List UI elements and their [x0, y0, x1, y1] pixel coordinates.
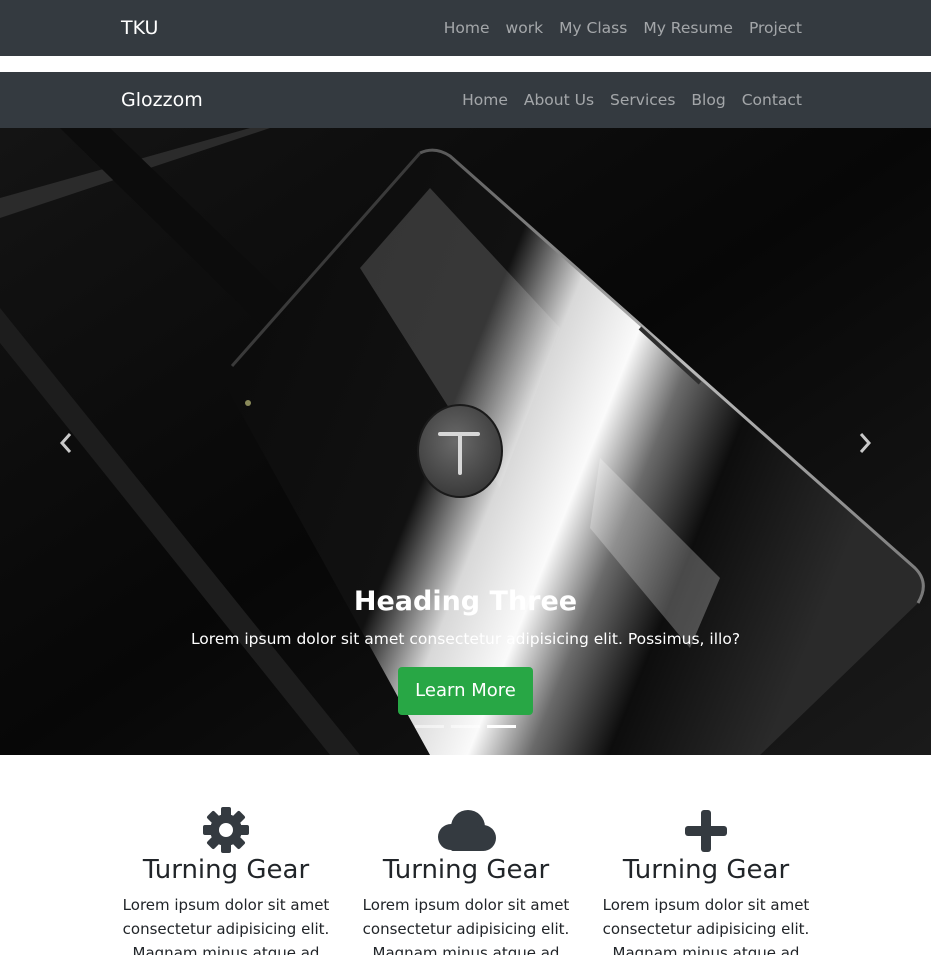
- feature-text: Lorem ipsum dolor sit amet consectetur a…: [122, 896, 330, 955]
- plus-icon: [685, 810, 727, 852]
- main-navbar: Glozzom Home About Us Services Blog Cont…: [0, 72, 931, 128]
- carousel-next-control[interactable]: [835, 408, 895, 478]
- feature-card: Turning Gear Lorem ipsum dolor sit amet …: [111, 803, 341, 955]
- hero-carousel: Heading Three Lorem ipsum dolor sit amet…: [0, 128, 931, 755]
- main-navbar-brand[interactable]: Glozzom: [121, 72, 203, 128]
- chevron-left-icon: [59, 433, 72, 453]
- carousel-indicators: [415, 725, 523, 728]
- carousel-indicator-3[interactable]: [487, 725, 516, 728]
- feature-title: Turning Gear: [142, 855, 310, 885]
- top-navbar: TKU Home work My Class My Resume Project: [0, 0, 931, 56]
- carousel-indicator-2[interactable]: [451, 725, 480, 728]
- carousel-indicator-1[interactable]: [415, 725, 444, 728]
- slide-image: [0, 128, 931, 755]
- top-nav-link-project[interactable]: Project: [749, 19, 802, 37]
- feature-text: Lorem ipsum dolor sit amet consectetur a…: [362, 896, 570, 955]
- top-navbar-brand[interactable]: TKU: [121, 0, 158, 56]
- top-nav-link-my-class[interactable]: My Class: [559, 19, 627, 37]
- feature-card: Turning Gear Lorem ipsum dolor sit amet …: [591, 803, 821, 955]
- main-navbar-links: Home About Us Services Blog Contact: [462, 72, 802, 128]
- top-nav-link-home[interactable]: Home: [444, 19, 490, 37]
- features-section: Turning Gear Lorem ipsum dolor sit amet …: [0, 755, 931, 955]
- top-nav-link-work[interactable]: work: [506, 19, 544, 37]
- chevron-right-icon: [859, 433, 872, 453]
- top-nav-link-my-resume[interactable]: My Resume: [643, 19, 733, 37]
- main-nav-link-blog[interactable]: Blog: [691, 91, 725, 109]
- gear-icon: [203, 807, 249, 853]
- main-nav-link-about-us[interactable]: About Us: [524, 91, 594, 109]
- main-nav-link-contact[interactable]: Contact: [742, 91, 802, 109]
- cloud-icon: [438, 810, 496, 851]
- main-nav-link-home[interactable]: Home: [462, 91, 508, 109]
- feature-title: Turning Gear: [382, 855, 550, 885]
- carousel-prev-control[interactable]: [36, 408, 96, 478]
- main-nav-link-services[interactable]: Services: [610, 91, 675, 109]
- slide-description: Lorem ipsum dolor sit amet consectetur a…: [190, 630, 741, 648]
- feature-title: Turning Gear: [622, 855, 790, 885]
- slide-heading: Heading Three: [353, 586, 578, 617]
- learn-more-button[interactable]: Learn More: [398, 667, 533, 715]
- top-navbar-links: Home work My Class My Resume Project: [444, 0, 802, 56]
- feature-text: Lorem ipsum dolor sit amet consectetur a…: [602, 896, 810, 955]
- feature-card: Turning Gear Lorem ipsum dolor sit amet …: [351, 803, 581, 955]
